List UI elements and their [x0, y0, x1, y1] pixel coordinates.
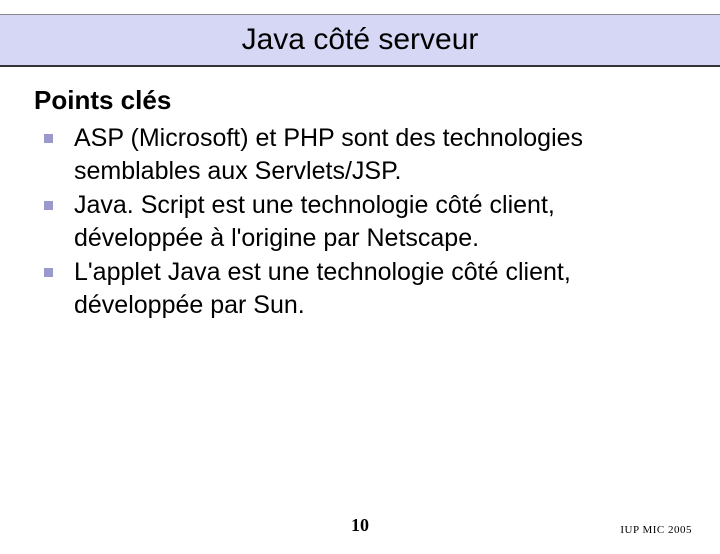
title-bar: Java côté serveur: [0, 14, 720, 67]
section-heading: Points clés: [34, 85, 686, 116]
bullet-icon: [44, 201, 53, 210]
slide-title: Java côté serveur: [0, 23, 720, 57]
bullet-text: L'applet Java est une technologie côté c…: [74, 258, 571, 319]
list-item: Java. Script est une technologie côté cl…: [34, 189, 686, 254]
bullet-text: ASP (Microsoft) et PHP sont des technolo…: [74, 124, 583, 185]
bullet-icon: [44, 134, 53, 143]
page-number: 10: [0, 515, 720, 536]
list-item: L'applet Java est une technologie côté c…: [34, 256, 686, 321]
footer-credit: IUP MIC 2005: [620, 524, 692, 536]
bullet-icon: [44, 268, 53, 277]
list-item: ASP (Microsoft) et PHP sont des technolo…: [34, 122, 686, 187]
bullet-list: ASP (Microsoft) et PHP sont des technolo…: [34, 122, 686, 321]
content-area: Points clés ASP (Microsoft) et PHP sont …: [0, 67, 720, 321]
bullet-text: Java. Script est une technologie côté cl…: [74, 191, 555, 252]
